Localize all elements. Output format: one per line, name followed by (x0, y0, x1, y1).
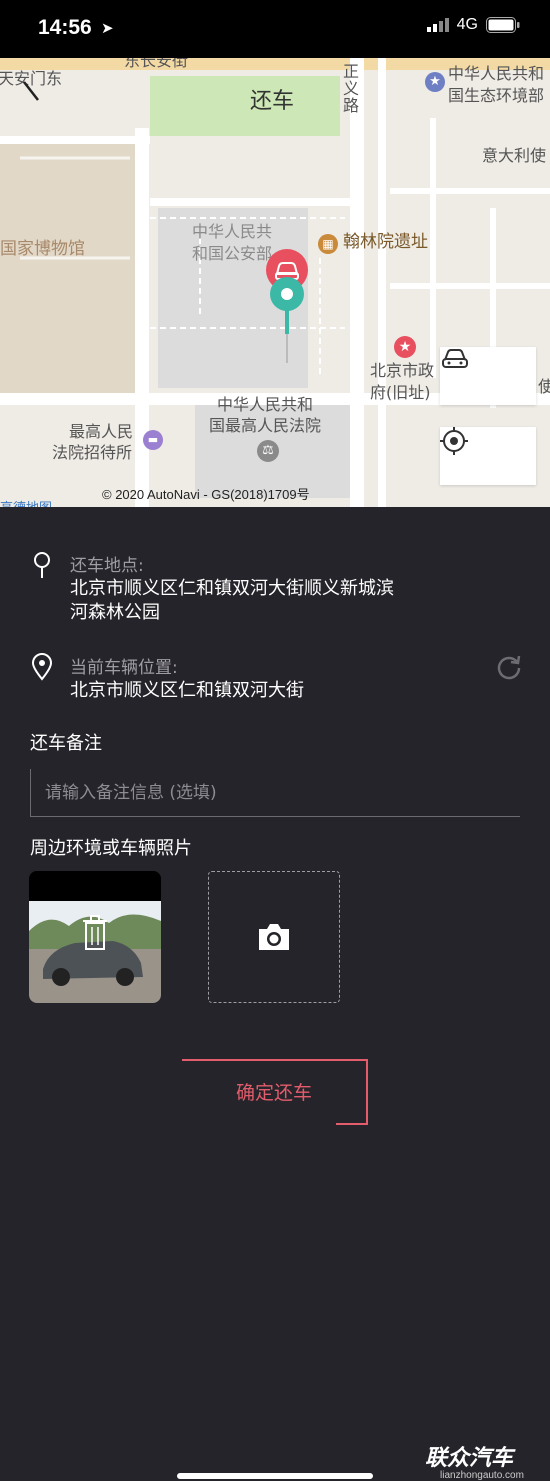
map-title: 还车 (250, 89, 295, 114)
ministry-star-icon: ★ (425, 72, 445, 92)
return-panel: 还车地点: 北京市顺义区仁和镇双河大街顺义新城滨 河森林公园 当前车辆位置: 北… (0, 507, 550, 1481)
map-label-museum: 国家博物馆 (0, 239, 85, 259)
map-label-police1: 中华人民共 (192, 222, 273, 241)
crosshair-icon (440, 427, 468, 455)
car-location-marker[interactable] (265, 248, 309, 338)
map-label-gov1: 北京市政 (370, 361, 435, 380)
refresh-icon[interactable] (496, 654, 522, 680)
map-label-italy: 意大利使 (482, 146, 547, 165)
delete-trash-icon[interactable] (81, 915, 109, 951)
network-type: 4G (456, 16, 478, 33)
locate-me-button[interactable] (440, 427, 536, 485)
current-location-label: 当前车辆位置: (70, 658, 178, 678)
map-label-ministry1: 中华人民共和 (448, 64, 545, 83)
map-label-court1: 中华人民共和 (217, 395, 314, 414)
current-location-value: 北京市顺义区仁和镇双河大街 (70, 680, 304, 701)
back-arrow-icon[interactable] (20, 78, 42, 104)
map-label-hanlin: 翰林院遗址 (343, 232, 428, 252)
photos-title: 周边环境或车辆照片 (30, 838, 192, 859)
car-icon (442, 349, 468, 368)
map-brand: 高德地图 (0, 498, 52, 507)
map-label-shi: 使 (538, 377, 550, 396)
signal-icon (426, 18, 449, 32)
return-location-label: 还车地点: (70, 556, 144, 576)
note-title: 还车备注 (30, 733, 102, 754)
map-label-road: 东长安街 (124, 58, 189, 70)
watermark-brand: 联众汽车 (425, 1446, 514, 1471)
map-label-gov2: 府(旧址) (370, 383, 431, 402)
car-photo-thumbnail[interactable] (29, 871, 161, 1003)
map-label-hotel2: 法院招待所 (52, 443, 133, 462)
map-label-court2: 国最高人民法院 (209, 416, 322, 435)
map-view[interactable]: 天安门东 东长安街 中华人民共和 国生态环境部 ★ 正义路 意大利使 国家博物馆… (0, 58, 550, 507)
hotel-bed-icon: ▬ (143, 430, 163, 450)
current-location-pin-icon (31, 653, 53, 681)
government-star-icon: ★ (394, 336, 416, 358)
confirm-return-label: 确定还车 (235, 1081, 312, 1104)
return-pin-icon (34, 552, 50, 578)
status-time: 14:56 (38, 16, 92, 39)
return-location-line2: 河森林公园 (70, 602, 160, 623)
home-indicator[interactable] (177, 1473, 373, 1479)
note-input[interactable] (30, 769, 520, 817)
map-copyright: © 2020 AutoNavi - GS(2018)1709号 (102, 487, 310, 502)
court-scale-icon: ⚖ (257, 440, 279, 462)
return-location-line1: 北京市顺义区仁和镇双河大街顺义新城滨 (70, 578, 394, 599)
watermark-site: lianzhongauto.com (440, 1470, 524, 1481)
map-label-hotel1: 最高人民 (69, 422, 134, 441)
status-indicators: 4G (426, 16, 520, 34)
map-label-zhengyi-road: 正义路 (343, 62, 360, 115)
location-arrow-icon: ➤ (101, 19, 114, 37)
map-label-ministry2: 国生态环境部 (448, 86, 545, 105)
museum-site-icon: ▦ (318, 234, 338, 254)
locate-car-button[interactable] (440, 347, 536, 405)
add-photo-button[interactable] (208, 871, 340, 1003)
confirm-return-button[interactable]: 确定还车 (182, 1059, 368, 1125)
camera-icon (259, 924, 289, 950)
status-bar: 14:56 ➤ 4G (0, 0, 550, 58)
map-label-police2: 和国公安部 (192, 244, 273, 263)
battery-icon (486, 17, 520, 33)
